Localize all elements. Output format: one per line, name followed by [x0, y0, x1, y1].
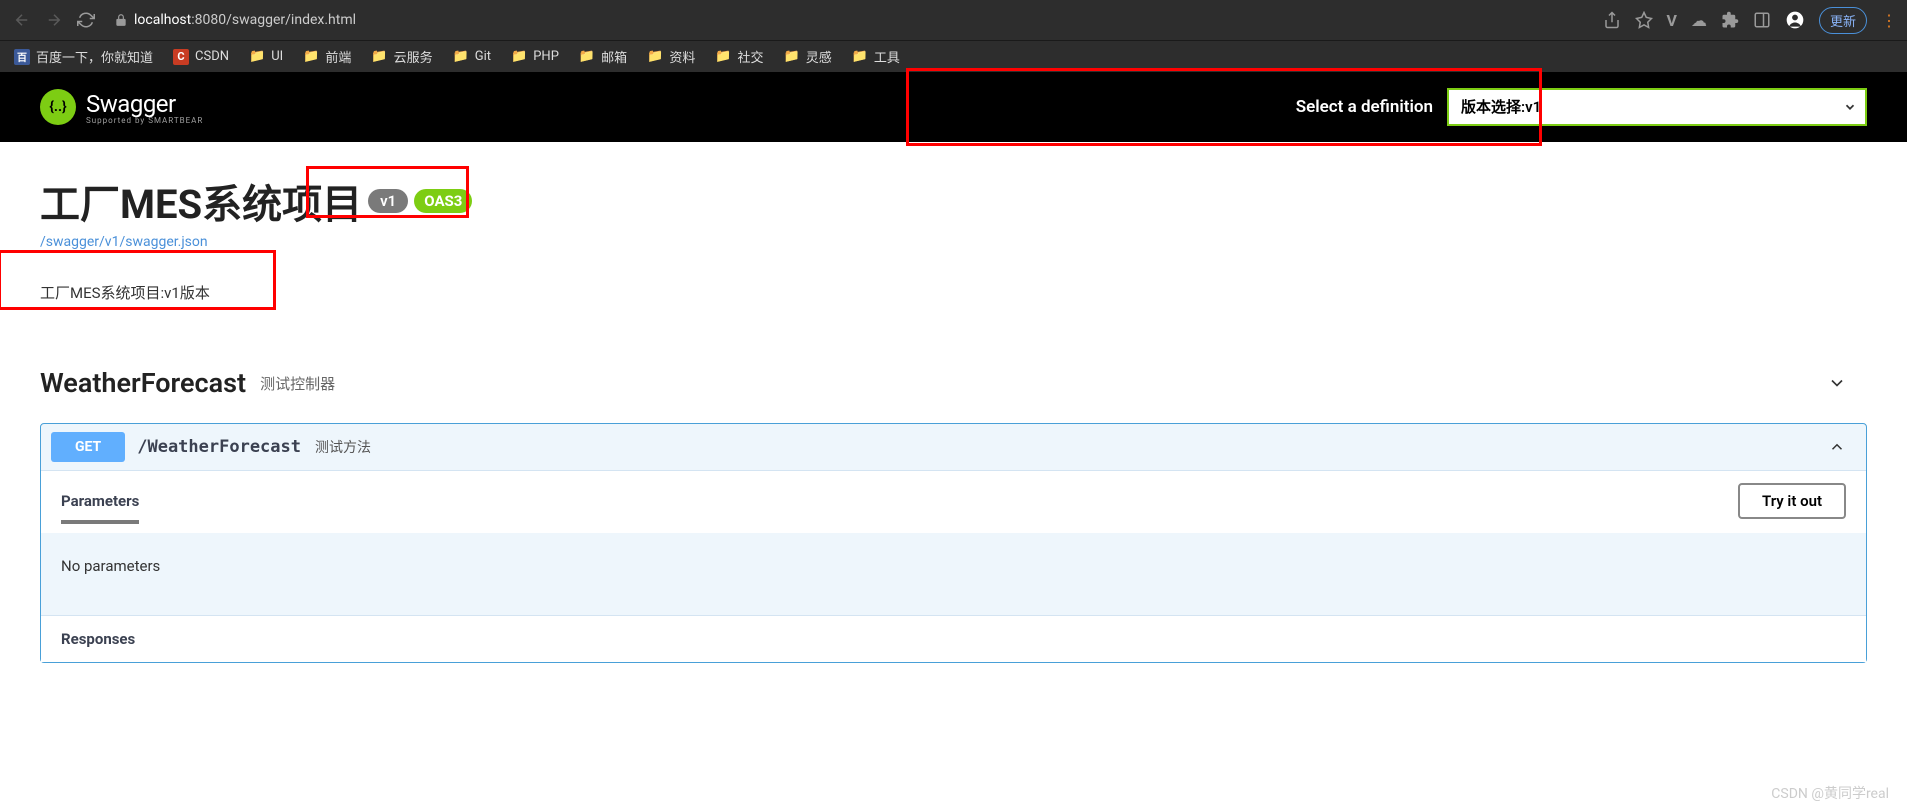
- controller-name: WeatherForecast: [40, 367, 246, 399]
- browser-menu-icon[interactable]: ⋮: [1881, 11, 1897, 30]
- api-title: 工厂MES系统项目: [40, 172, 362, 230]
- folder-icon: 📁: [453, 49, 469, 64]
- profile-icon[interactable]: [1785, 10, 1805, 30]
- arrow-right-icon: [45, 11, 63, 29]
- api-title-row: 工厂MES系统项目 v1 OAS3: [40, 172, 1867, 230]
- folder-icon: 📁: [852, 49, 868, 64]
- operation-desc: 测试方法: [315, 437, 371, 457]
- definition-selector-area: Select a definition 版本选择:v1: [1296, 88, 1867, 126]
- update-button[interactable]: 更新: [1819, 7, 1867, 34]
- extensions-icon[interactable]: [1721, 11, 1739, 29]
- bookmark-label: CSDN: [195, 49, 229, 64]
- share-icon[interactable]: [1603, 11, 1621, 29]
- responses-header: Responses: [41, 615, 1866, 662]
- bookmark-label: 资料: [669, 47, 695, 66]
- bookmark-label: 百度一下，你就知道: [36, 47, 153, 66]
- operation-body: Parameters Try it out No parameters Resp…: [41, 470, 1866, 662]
- bookmark-label: 云服务: [394, 47, 433, 66]
- definition-select[interactable]: 版本选择:v1: [1447, 88, 1867, 126]
- folder-icon: 📁: [511, 49, 527, 64]
- star-icon[interactable]: [1635, 11, 1653, 29]
- panel-icon[interactable]: [1753, 11, 1771, 29]
- swagger-json-link[interactable]: /swagger/v1/swagger.json: [40, 234, 208, 250]
- operation-toggle[interactable]: GET /WeatherForecast 测试方法: [41, 424, 1866, 470]
- bookmark-baidu[interactable]: 百 百度一下，你就知道: [14, 47, 153, 66]
- folder-icon: 📁: [249, 49, 265, 64]
- oas-badge: OAS3: [414, 189, 472, 213]
- bookmark-label: 灵感: [806, 47, 832, 66]
- folder-icon: 📁: [579, 49, 595, 64]
- chevron-up-icon: [1828, 438, 1846, 456]
- nav-forward-button[interactable]: [42, 8, 66, 32]
- try-it-out-button[interactable]: Try it out: [1738, 483, 1846, 519]
- parameters-header: Parameters Try it out: [41, 470, 1866, 533]
- http-method-badge: GET: [51, 432, 125, 462]
- browser-actions: V ☁ 更新 ⋮: [1603, 7, 1897, 34]
- csdn-icon: C: [173, 49, 189, 65]
- parameters-tab[interactable]: Parameters: [61, 492, 139, 510]
- api-description: 工厂MES系统项目:v1版本: [40, 282, 1867, 303]
- url-text: localhost:8080/swagger/index.html: [134, 12, 356, 28]
- bookmark-folder-git[interactable]: 📁 Git: [453, 49, 491, 64]
- bookmark-csdn[interactable]: C CSDN: [173, 49, 229, 65]
- folder-icon: 📁: [715, 49, 731, 64]
- bookmark-folder-php[interactable]: 📁 PHP: [511, 49, 559, 64]
- operation-path: /WeatherForecast: [137, 437, 301, 457]
- bookmark-label: PHP: [533, 49, 559, 64]
- bookmark-folder-docs[interactable]: 📁 资料: [647, 47, 695, 66]
- bookmark-folder-frontend[interactable]: 📁 前端: [303, 47, 351, 66]
- bookmark-label: 工具: [874, 47, 900, 66]
- swagger-logo-text: Swagger: [86, 90, 203, 118]
- controller-section: WeatherForecast 测试控制器 GET /WeatherForeca…: [40, 363, 1867, 663]
- folder-icon: 📁: [303, 49, 319, 64]
- reload-icon: [77, 11, 95, 29]
- definition-label: Select a definition: [1296, 97, 1433, 117]
- swagger-logo[interactable]: {..} Swagger Supported by SMARTBEAR: [40, 89, 203, 125]
- controller-toggle[interactable]: WeatherForecast 测试控制器: [40, 363, 1867, 403]
- bookmark-folder-social[interactable]: 📁 社交: [715, 47, 763, 66]
- controller-desc: 测试控制器: [260, 373, 335, 394]
- version-badge: v1: [368, 189, 408, 213]
- bookmark-folder-cloud[interactable]: 📁 云服务: [371, 47, 432, 66]
- swagger-logo-subtext: Supported by SMARTBEAR: [86, 116, 203, 125]
- folder-icon: 📁: [784, 49, 800, 64]
- bookmark-folder-ui[interactable]: 📁 UI: [249, 49, 283, 64]
- folder-icon: 📁: [371, 49, 387, 64]
- chevron-down-icon: [1827, 373, 1847, 393]
- bookmark-label: 邮箱: [601, 47, 627, 66]
- swagger-main: 工厂MES系统项目 v1 OAS3 /swagger/v1/swagger.js…: [0, 142, 1907, 693]
- address-bar[interactable]: localhost:8080/swagger/index.html: [114, 12, 356, 28]
- swagger-topbar: {..} Swagger Supported by SMARTBEAR Sele…: [0, 72, 1907, 142]
- bookmarks-bar: 百 百度一下，你就知道 C CSDN 📁 UI 📁 前端 📁 云服务 📁 Git 📁 PH…: [0, 40, 1907, 72]
- watermark: CSDN @黄同学real: [1771, 783, 1889, 803]
- bookmark-label: 前端: [325, 47, 351, 66]
- parameters-body: No parameters: [41, 533, 1866, 615]
- nav-back-button[interactable]: [10, 8, 34, 32]
- baidu-icon: 百: [14, 49, 30, 65]
- bookmark-label: Git: [475, 49, 491, 64]
- cloud-ext-icon[interactable]: ☁: [1691, 11, 1707, 30]
- vue-ext-icon[interactable]: V: [1667, 11, 1677, 30]
- nav-reload-button[interactable]: [74, 8, 98, 32]
- bookmark-folder-tools[interactable]: 📁 工具: [852, 47, 900, 66]
- browser-toolbar: localhost:8080/swagger/index.html V ☁ 更新…: [0, 0, 1907, 40]
- lock-icon: [114, 13, 128, 27]
- swagger-logo-icon: {..}: [40, 89, 76, 125]
- bookmark-folder-inspiration[interactable]: 📁 灵感: [784, 47, 832, 66]
- folder-icon: 📁: [647, 49, 663, 64]
- bookmark-label: 社交: [738, 47, 764, 66]
- bookmark-folder-email[interactable]: 📁 邮箱: [579, 47, 627, 66]
- operation-block: GET /WeatherForecast 测试方法 Parameters Try…: [40, 423, 1867, 663]
- bookmark-label: UI: [271, 49, 283, 64]
- arrow-left-icon: [13, 11, 31, 29]
